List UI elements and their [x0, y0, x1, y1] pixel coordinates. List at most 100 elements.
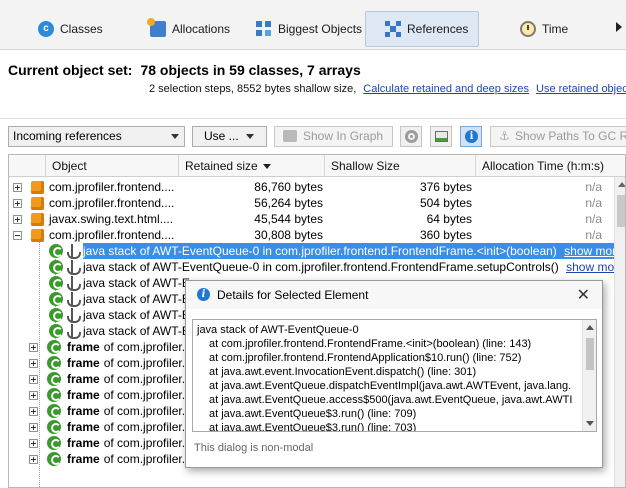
- sort-descending-icon: [262, 164, 271, 169]
- frame-class: of com.jprofiler.f: [103, 436, 189, 450]
- frame-keyword: frame: [67, 340, 100, 354]
- expand-icon[interactable]: [29, 455, 38, 464]
- frame-keyword: frame: [67, 436, 100, 450]
- tab-biggest-objects[interactable]: Biggest Objects: [246, 11, 372, 47]
- object-set-label: Current object set:: [8, 62, 133, 78]
- stack-reference-text[interactable]: java stack of AWT-EventQueue-0 in com.jp…: [83, 259, 625, 275]
- column-header-allocation-time[interactable]: Allocation Time (h:m:s): [476, 155, 625, 177]
- dialog-footer-note: This dialog is non-modal: [194, 442, 314, 454]
- expand-icon[interactable]: [29, 391, 38, 400]
- details-text-area[interactable]: java stack of AWT-EventQueue-0 at com.jp…: [192, 319, 597, 432]
- show-in-graph-button[interactable]: Show In Graph: [274, 126, 393, 147]
- view-image-button[interactable]: [430, 126, 452, 147]
- frame-keyword: frame: [67, 356, 100, 370]
- tab-allocations[interactable]: Allocations: [140, 11, 240, 47]
- expand-icon[interactable]: [13, 183, 22, 192]
- table-row[interactable]: com.jprofiler.frontend.... 86,760 bytes …: [9, 179, 614, 195]
- frame-class: of com.jprofiler.f: [103, 356, 189, 370]
- stack-reference-text[interactable]: java stack of AWT-EventQueue-0 in com.jp…: [83, 243, 623, 259]
- class-icon: [31, 213, 44, 226]
- show-details-button[interactable]: i: [460, 126, 482, 147]
- column-header-shallow-size[interactable]: Shallow Size: [325, 155, 476, 177]
- chevron-down-icon: [246, 134, 254, 139]
- scroll-down-arrow-icon[interactable]: [586, 421, 594, 426]
- close-icon[interactable]: ✕: [577, 285, 590, 304]
- allocation-time: n/a: [585, 196, 602, 210]
- frame-keyword: frame: [67, 372, 100, 386]
- class-icon: [31, 197, 44, 210]
- scrollbar-thumb[interactable]: [617, 195, 625, 227]
- expand-icon[interactable]: [29, 423, 38, 432]
- frame-text: frame of com.jprofiler.f: [67, 339, 188, 355]
- anchor-icon: ⚓: [499, 129, 510, 143]
- settings-button[interactable]: [400, 126, 422, 147]
- column-header-object[interactable]: Object: [46, 155, 179, 177]
- gc-root-icon: [47, 388, 61, 402]
- show-paths-to-gc-roots-button[interactable]: ⚓ Show Paths To GC Roots: [490, 126, 626, 147]
- detail-line: at java.awt.EventQueue.access$500(java.a…: [209, 394, 573, 406]
- gc-root-icon: [47, 452, 61, 466]
- table-vertical-scrollbar[interactable]: [614, 177, 625, 487]
- frame-text: frame of com.jprofiler.f: [67, 435, 188, 451]
- tabs-overflow-arrow-icon[interactable]: [616, 22, 622, 32]
- frame-class: of com.jprofiler.f: [103, 420, 189, 434]
- details-scrollbar[interactable]: [582, 320, 596, 431]
- expand-icon[interactable]: [29, 375, 38, 384]
- class-icon: [31, 181, 44, 194]
- tab-label: Time: [542, 22, 569, 36]
- object-set-value: 78 objects in 59 classes, 7 arrays: [140, 62, 361, 78]
- reference-mode-select[interactable]: Incoming references: [8, 126, 185, 147]
- expand-icon[interactable]: [13, 199, 22, 208]
- list-item[interactable]: java stack of AWT-EventQueue-0 in com.jp…: [9, 243, 623, 259]
- table-row[interactable]: com.jprofiler.frontend.... 56,264 bytes …: [9, 195, 614, 211]
- expand-icon[interactable]: [29, 359, 38, 368]
- column-header-retained-size[interactable]: Retained size: [179, 155, 325, 177]
- table-row[interactable]: javax.swing.text.html.... 45,544 bytes 6…: [9, 211, 614, 227]
- expand-icon[interactable]: [29, 439, 38, 448]
- tab-classes[interactable]: c Classes: [28, 11, 113, 47]
- table-row[interactable]: com.jprofiler.frontend.... 30,808 bytes …: [9, 227, 614, 243]
- gc-root-icon: [49, 324, 63, 338]
- use-retained-objects-link[interactable]: Use retained objects: [536, 83, 626, 95]
- scroll-up-arrow-icon[interactable]: [618, 182, 625, 187]
- use-button[interactable]: Use ...: [192, 126, 267, 147]
- current-object-set: Current object set: 78 objects in 59 clas…: [8, 62, 361, 78]
- detail-line: at java.awt.EventQueue$3.run() (line: 70…: [209, 408, 417, 420]
- calculate-retained-link[interactable]: Calculate retained and deep sizes: [363, 83, 529, 95]
- dialog-title-bar[interactable]: i Details for Selected Element ✕: [186, 281, 602, 309]
- tab-label: Biggest Objects: [278, 22, 363, 36]
- show-in-graph-label: Show In Graph: [303, 129, 384, 143]
- frame-text: frame of com.jprofiler.f: [67, 371, 188, 387]
- anchor-icon: [65, 275, 81, 291]
- expand-icon[interactable]: [13, 215, 22, 224]
- frame-keyword: frame: [67, 388, 100, 402]
- class-name: com.jprofiler.frontend....: [49, 180, 175, 194]
- time-icon: [520, 21, 536, 37]
- dialog-title: Details for Selected Element: [217, 288, 369, 302]
- list-item[interactable]: java stack of AWT-EventQueue-0 in com.jp…: [9, 259, 625, 275]
- gc-root-icon: [49, 308, 63, 322]
- allocations-icon: [147, 18, 166, 37]
- gc-root-icon: [47, 340, 61, 354]
- scrollbar-thumb[interactable]: [586, 338, 594, 370]
- expand-icon[interactable]: [29, 343, 38, 352]
- frame-text: frame of com.jprofiler.f: [67, 403, 188, 419]
- anchor-icon: [65, 307, 81, 323]
- graph-icon: [283, 130, 297, 142]
- tab-time[interactable]: Time: [510, 11, 578, 47]
- gc-root-icon: [49, 244, 63, 258]
- allocation-time: n/a: [585, 228, 602, 242]
- tab-references[interactable]: References: [365, 11, 479, 47]
- shallow-size: 64 bytes: [426, 212, 472, 226]
- show-paths-label: Show Paths To GC Roots: [515, 129, 626, 143]
- collapse-icon[interactable]: [13, 231, 22, 240]
- reference-mode-value: Incoming references: [13, 129, 122, 143]
- class-name: com.jprofiler.frontend....: [49, 196, 175, 210]
- allocation-time: n/a: [585, 212, 602, 226]
- table-header: Object Retained size Shallow Size Alloca…: [9, 155, 625, 177]
- frame-class: of com.jprofiler.f: [103, 452, 189, 466]
- gear-icon: [405, 130, 418, 143]
- scroll-up-arrow-icon[interactable]: [586, 325, 594, 330]
- expand-icon[interactable]: [29, 407, 38, 416]
- details-dialog[interactable]: i Details for Selected Element ✕ java st…: [185, 280, 603, 468]
